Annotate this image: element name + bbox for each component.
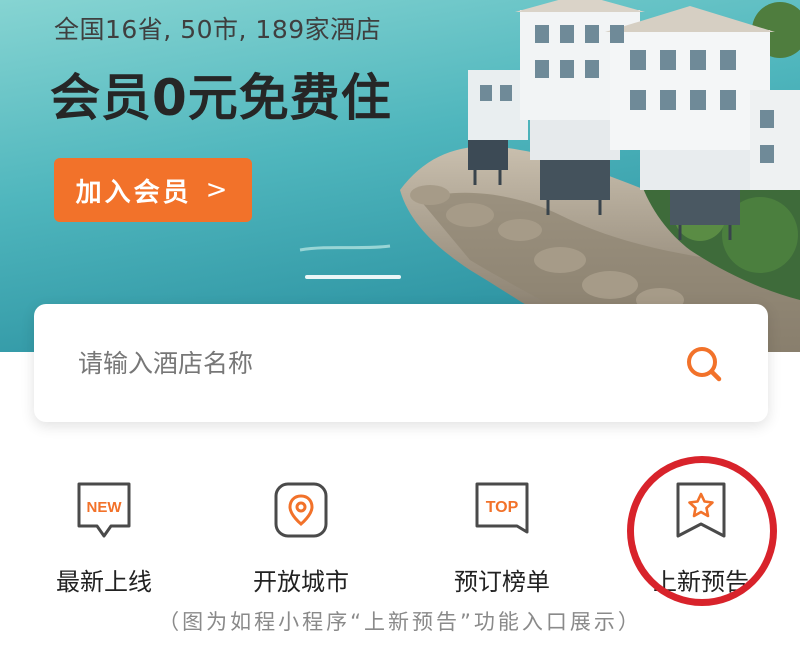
banner-title: 会员0元免费住 — [50, 69, 392, 127]
new-badge-icon: NEW — [77, 482, 131, 538]
hero-banner[interactable]: 全国16省, 50市, 189家酒店 会员0元免费住 加入会员 > — [0, 0, 800, 352]
entry-label: 上新预告 — [653, 568, 749, 596]
entry-label: 开放城市 — [253, 568, 349, 596]
carousel-indicator[interactable] — [305, 275, 401, 279]
new-badge-text: NEW — [87, 499, 123, 516]
entry-label: 预订榜单 — [454, 568, 550, 596]
join-member-label: 加入会员 — [75, 177, 192, 208]
entry-label: 最新上线 — [56, 568, 152, 596]
star-bookmark-icon — [676, 482, 726, 538]
search-bar — [34, 304, 768, 422]
entry-booking-ranking[interactable]: TOP 预订榜单 — [417, 480, 587, 596]
location-pin-icon — [274, 482, 328, 538]
top-badge-icon: TOP — [475, 482, 529, 534]
join-member-button[interactable]: 加入会员 > — [54, 158, 252, 222]
chevron-right-icon: > — [205, 175, 231, 205]
top-badge-text: TOP — [486, 499, 519, 516]
caption: （图为如程小程序“上新预告”功能入口展示） — [158, 610, 642, 634]
entry-new-launches[interactable]: NEW 最新上线 — [19, 480, 189, 596]
entry-upcoming-preview[interactable]: 上新预告 — [616, 480, 786, 596]
search-icon[interactable] — [684, 344, 724, 384]
banner-subtitle: 全国16省, 50市, 189家酒店 — [54, 15, 382, 44]
entry-open-cities[interactable]: 开放城市 — [216, 480, 386, 596]
hotel-search-input[interactable] — [78, 340, 638, 386]
